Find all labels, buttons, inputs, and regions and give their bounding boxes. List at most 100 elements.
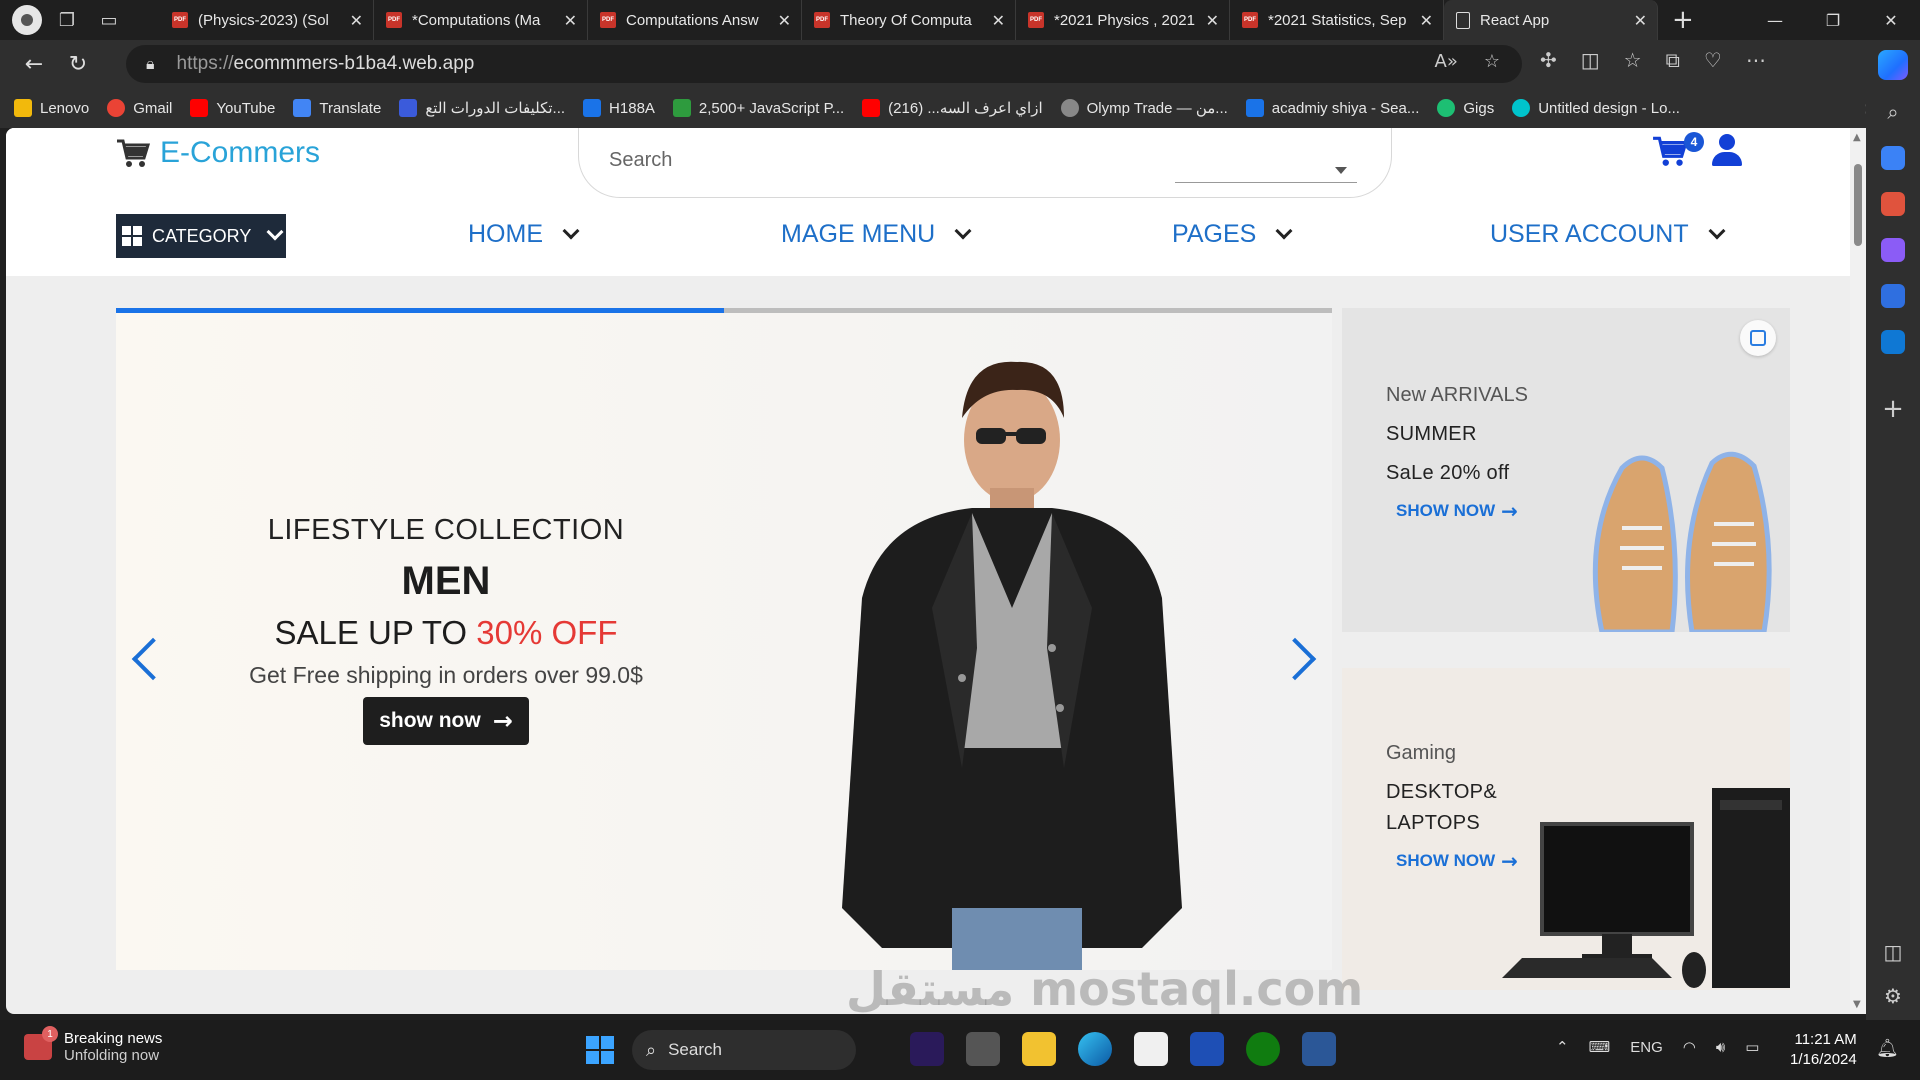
favorites-icon[interactable]: ☆ — [1624, 48, 1642, 72]
bookmark-lenovo[interactable]: Lenovo — [14, 99, 89, 117]
scroll-down-icon[interactable]: ▼ — [1853, 999, 1861, 1010]
close-tab-icon[interactable]: ✕ — [1420, 11, 1433, 30]
menu-home[interactable]: HOME — [468, 220, 580, 249]
tab-title: *2021 Statistics, Sep — [1268, 11, 1407, 29]
chevron-down-icon — [1275, 222, 1293, 239]
promo-card-kicker: New ARRIVALS — [1386, 384, 1528, 406]
vertical-tabs-icon[interactable]: ▭ — [92, 5, 126, 35]
promo-card-show-now-link[interactable]: SHOW NOW → — [1396, 849, 1518, 873]
bookmark-youtube-video[interactable]: ازاي اعرف السه... (216) — [862, 99, 1043, 117]
bookmark-olymp[interactable]: Olymp Trade — من... — [1060, 99, 1228, 117]
bookmark-translate[interactable]: Translate — [293, 99, 381, 117]
more-menu-icon[interactable]: ⋯ — [1746, 48, 1766, 72]
scroll-up-icon[interactable]: ▲ — [1853, 132, 1861, 143]
tab-1[interactable]: PDF *Computations (Ma ✕ — [374, 0, 588, 40]
close-tab-icon[interactable]: ✕ — [1634, 11, 1647, 30]
tab-2[interactable]: PDF Computations Answ ✕ — [588, 0, 802, 40]
profile-avatar[interactable] — [12, 5, 42, 35]
task-view-icon[interactable] — [966, 1032, 1000, 1066]
search-category-select[interactable] — [1175, 155, 1357, 183]
bookmark-canva[interactable]: Untitled design - Lo... — [1512, 99, 1680, 117]
tab-0[interactable]: PDF (Physics-2023) (Sol ✕ — [160, 0, 374, 40]
games-icon[interactable] — [1881, 238, 1905, 262]
new-tab-button[interactable]: + — [1658, 5, 1708, 35]
refresh-button[interactable]: ↻ — [56, 44, 100, 84]
news-widget[interactable]: Breaking news Unfolding now — [24, 1026, 162, 1064]
split-screen-icon[interactable]: ◫ — [1581, 48, 1600, 72]
visual-search-icon[interactable] — [1740, 320, 1776, 356]
hide-sidebar-icon[interactable]: ◫ — [1884, 940, 1903, 964]
close-tab-icon[interactable]: ✕ — [992, 11, 1005, 30]
user-icon[interactable] — [1712, 134, 1742, 168]
premiere-pro-icon[interactable] — [910, 1032, 944, 1066]
search-icon[interactable]: ⌕ — [1887, 100, 1898, 124]
copilot-icon[interactable] — [1878, 50, 1908, 80]
menu-user-account[interactable]: USER ACCOUNT — [1490, 220, 1726, 249]
hero-show-now-button[interactable]: show now → — [363, 697, 529, 745]
close-tab-icon[interactable]: ✕ — [350, 11, 363, 30]
favorite-star-icon[interactable]: ☆ — [1484, 51, 1500, 72]
shopping-tag-icon[interactable] — [1881, 146, 1905, 170]
keyboard-icon[interactable]: ⌨ — [1589, 1038, 1611, 1056]
url-host: ecommmers-b1ba4.web.app — [233, 53, 475, 74]
start-button[interactable] — [586, 1036, 614, 1064]
workspaces-icon[interactable]: ❐ — [50, 5, 84, 35]
lenovo-vantage-icon[interactable] — [1190, 1032, 1224, 1066]
site-logo[interactable]: E-Commers — [116, 136, 320, 170]
close-window-icon[interactable]: ✕ — [1862, 0, 1920, 40]
close-tab-icon[interactable]: ✕ — [564, 11, 577, 30]
notification-bell-icon[interactable]: 🔔︎ — [1876, 1038, 1899, 1059]
microsoft-store-icon[interactable] — [1134, 1032, 1168, 1066]
collections-icon[interactable]: ⧉ — [1666, 48, 1680, 72]
tab-5[interactable]: PDF *2021 Statistics, Sep ✕ — [1230, 0, 1444, 40]
url-field[interactable]: 🔒︎ https://ecommmers-b1ba4.web.app A» ☆ — [126, 45, 1522, 83]
volume-icon[interactable]: 🔊︎ — [1716, 1038, 1725, 1056]
edge-icon[interactable] — [1078, 1032, 1112, 1066]
page-scrollbar[interactable]: ▲ ▼ — [1850, 128, 1866, 1014]
add-sidebar-app-icon[interactable]: + — [1882, 394, 1904, 424]
minimize-icon[interactable]: — — [1746, 0, 1804, 40]
word-icon[interactable] — [1302, 1032, 1336, 1066]
search-input[interactable]: Search — [609, 149, 672, 172]
copilot-sidebar-icon[interactable] — [1881, 284, 1905, 308]
tab-6[interactable]: React App ✕ — [1444, 0, 1658, 40]
link-label: SHOW NOW — [1396, 501, 1496, 520]
tab-4[interactable]: PDF *2021 Physics , 2021 ✕ — [1016, 0, 1230, 40]
bookmark-gmail[interactable]: Gmail — [107, 99, 172, 117]
extensions-icon[interactable]: ✣ — [1540, 48, 1557, 72]
bookmark-acadmiy[interactable]: acadmiy shiya - Sea... — [1245, 99, 1419, 117]
close-tab-icon[interactable]: ✕ — [1206, 11, 1219, 30]
wifi-icon[interactable]: ◠ — [1683, 1038, 1696, 1056]
slider-next-arrow[interactable] — [1273, 637, 1317, 681]
outlook-icon[interactable] — [1881, 330, 1905, 354]
battery-icon[interactable]: ▭ — [1745, 1038, 1759, 1056]
cart-button[interactable]: 4 — [1652, 132, 1704, 168]
browser-essentials-icon[interactable]: ♡ — [1704, 48, 1722, 72]
file-explorer-icon[interactable] — [1022, 1032, 1056, 1066]
sidebar-settings-icon[interactable]: ⚙ — [1884, 984, 1902, 1008]
bookmark-javascript[interactable]: 2,500+ JavaScript P... — [672, 99, 844, 117]
menu-mage-menu[interactable]: MAGE MENU — [781, 220, 972, 249]
hero-sale-percent: 30% OFF — [476, 614, 618, 651]
taskbar-search[interactable]: ⌕ Search — [632, 1030, 856, 1070]
scrollbar-thumb[interactable] — [1854, 164, 1862, 246]
bookmark-gigs[interactable]: Gigs — [1437, 99, 1494, 117]
bookmark-courses[interactable]: تكليفات الدورات التع... — [399, 99, 565, 117]
menu-pages[interactable]: PAGES — [1172, 220, 1293, 249]
promo-card-show-now-link[interactable]: SHOW NOW → — [1396, 499, 1518, 523]
tools-icon[interactable] — [1881, 192, 1905, 216]
close-tab-icon[interactable]: ✕ — [778, 11, 791, 30]
clock-time: 11:21 AM — [1794, 1031, 1857, 1048]
slider-prev-arrow[interactable] — [131, 637, 175, 681]
xbox-icon[interactable] — [1246, 1032, 1280, 1066]
restore-icon[interactable]: ❐ — [1804, 0, 1862, 40]
language-indicator[interactable]: ENG — [1630, 1039, 1663, 1056]
back-button[interactable]: ← — [12, 44, 56, 84]
bookmark-h188a[interactable]: H188A — [583, 99, 655, 117]
category-button[interactable]: CATEGORY — [116, 214, 286, 258]
chevron-up-icon[interactable]: ⌃ — [1556, 1038, 1569, 1056]
bookmark-youtube[interactable]: YouTube — [190, 99, 275, 117]
clock[interactable]: 11:21 AM 1/16/2024 — [1790, 1030, 1857, 1070]
tab-3[interactable]: PDF Theory Of Computa ✕ — [802, 0, 1016, 40]
read-aloud-icon[interactable]: A» — [1435, 51, 1458, 72]
